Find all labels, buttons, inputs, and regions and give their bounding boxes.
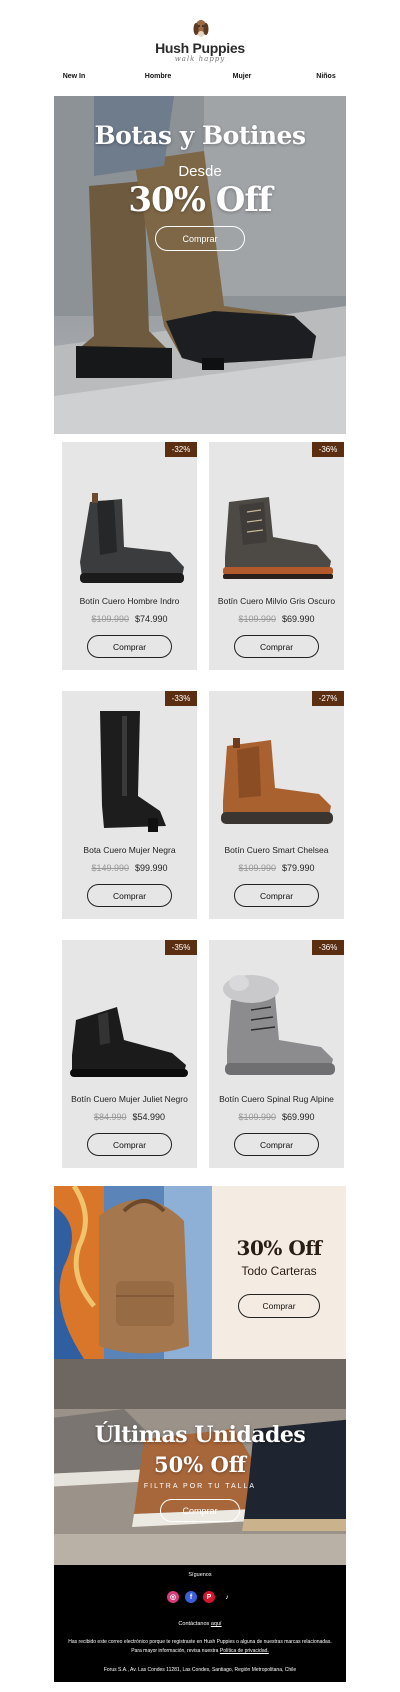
comprar-button[interactable]: Comprar [234,884,319,907]
pinterest-icon[interactable]: P [203,1591,215,1603]
email-page: Hush Puppies walk happy New In Hombre Mu… [0,0,400,1692]
nav-item-mujer[interactable]: Mujer [222,73,262,87]
comprar-button[interactable]: Comprar [234,1133,319,1156]
discount-badge: -36% [312,940,344,955]
hero-comprar-button[interactable]: Comprar [155,226,245,251]
comprar-button[interactable]: Comprar [87,1133,172,1156]
nav-item-hombre[interactable]: Hombre [138,73,178,87]
hero-desde: Desde [54,163,346,180]
chelsea-boot-tan-icon [209,706,344,841]
price: $54.990 [133,1112,166,1122]
hero-banner[interactable]: Botas y Botines Desde 30% Off Comprar [54,96,346,434]
contact-link[interactable]: aquí [211,1621,222,1627]
discount-badge: -35% [165,940,197,955]
product-prices: $109.990 $74.990 [62,614,197,624]
product-name[interactable]: Botín Cuero Hombre Indro [62,596,197,606]
facebook-icon[interactable]: f [185,1591,197,1603]
price: $74.990 [135,614,168,624]
product-name[interactable]: Botín Cuero Mujer Juliet Negro [62,1094,197,1104]
main-nav: New In Hombre Mujer Niños [54,73,346,87]
price: $79.990 [282,863,315,873]
product-prices: $109.990 $69.990 [209,1112,344,1122]
follow-label: Síguenos [54,1572,346,1578]
lace-boot-grey-icon [209,457,344,592]
legal-line-1: Has recibido este correo electrónico por… [62,1638,338,1647]
ultimas-unidades-banner[interactable]: Últimas Unidades 50% Off FILTRA POR TU T… [54,1359,346,1565]
product-card[interactable]: -27% Botín Cuero Smart Chelsea $109.990$… [209,691,344,919]
discount-badge: -27% [312,691,344,706]
tiktok-icon[interactable]: ♪ [221,1591,233,1603]
basset-hound-logo-icon[interactable] [188,15,214,41]
contact-line: Contáctanos aquí [54,1621,346,1627]
contact-prefix: Contáctanos [178,1621,209,1627]
product-card[interactable]: -33% Bota Cuero Mujer Negra $149.990 $99.… [62,691,197,919]
price: $69.990 [282,1112,315,1122]
legal-line-2-prefix: Para mayor información, revisa nuestra [131,1648,218,1654]
carteras-promo[interactable]: 30% Off Todo Carteras Comprar [54,1186,346,1359]
promo-comprar-button[interactable]: Comprar [238,1294,320,1318]
old-price: $149.990 [91,863,129,873]
discount-badge: -33% [165,691,197,706]
price: $69.990 [282,614,315,624]
product-name[interactable]: Bota Cuero Mujer Negra [62,845,197,855]
ultimas-offer: 50% Off [54,1452,346,1477]
product-prices: $84.990 $54.990 [62,1112,197,1122]
discount-badge: -32% [165,442,197,457]
product-name[interactable]: Botín Cuero Spinal Rug Alpine [209,1094,344,1104]
instagram-icon[interactable]: ◎ [167,1591,179,1603]
comprar-button[interactable]: Comprar [234,635,319,658]
nav-item-ninos[interactable]: Niños [306,73,346,87]
ultimas-comprar-button[interactable]: Comprar [160,1499,240,1522]
brand-tagline: walk happy [0,55,400,63]
product-name[interactable]: Botín Cuero Smart Chelsea [209,845,344,855]
ultimas-title: Últimas Unidades [54,1422,346,1448]
ultimas-subtitle: FILTRA POR TU TALLA [54,1483,346,1490]
old-price: $109.990 [238,614,276,624]
product-card[interactable]: -32% Botín Cuero Hombre Indro $109.990 $7… [62,442,197,670]
comprar-button[interactable]: Comprar [87,635,172,658]
product-prices: $149.990 $99.990 [62,863,197,873]
product-prices: $109.990 $69.990 [209,614,344,624]
hero-offer: 30% Off [54,180,346,220]
comprar-button[interactable]: Comprar [87,884,172,907]
header: Hush Puppies walk happy New In Hombre Mu… [0,0,400,95]
fur-boot-grey-icon [209,955,344,1090]
ankle-boot-black-icon [62,955,197,1090]
product-prices: $109.990 $79.990 [209,863,344,873]
promo-offer: 30% Off [212,1236,346,1260]
old-price: $109.990 [238,863,276,873]
product-card[interactable]: -35% Botín Cuero Mujer Juliet Negro $84.… [62,940,197,1168]
promo-subtitle: Todo Carteras [212,1264,346,1278]
product-card[interactable]: -36% Botín Cuero Spinal Rug Alpine $109.… [209,940,344,1168]
tall-boot-black-icon [62,706,197,841]
privacy-policy-link[interactable]: Política de privacidad. [220,1648,269,1654]
old-price: $109.990 [238,1112,276,1122]
company-address: Forus S.A., Av. Las Condes 11281, Las Co… [54,1667,346,1673]
discount-badge: -36% [312,442,344,457]
backpack-scarf-image [54,1186,212,1359]
price: $99.990 [135,863,168,873]
product-name[interactable]: Botín Cuero Milvio Gris Oscuro [209,596,344,606]
nav-item-new-in[interactable]: New In [54,73,94,87]
brand-logo[interactable]: Hush Puppies [0,40,400,56]
chelsea-boot-dark-icon [62,457,197,592]
footer: Síguenos ◎ f P ♪ Contáctanos aquí Has re… [54,1565,346,1682]
old-price: $84.990 [94,1112,127,1122]
old-price: $109.990 [91,614,129,624]
legal-text: Has recibido este correo electrónico por… [62,1638,338,1656]
social-links: ◎ f P ♪ [54,1591,346,1603]
product-card[interactable]: -36% Botín Cuero Milvio Gris Oscuro $109… [209,442,344,670]
legal-line-2: Para mayor información, revisa nuestra P… [62,1647,338,1656]
hero-title: Botas y Botines [54,121,346,150]
